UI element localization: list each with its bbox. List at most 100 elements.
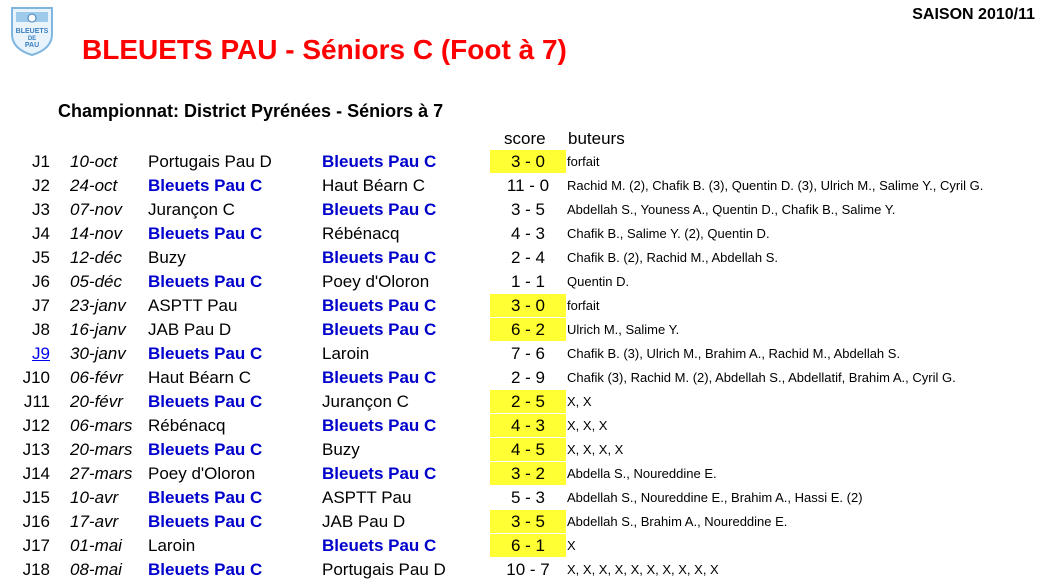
page-title: BLEUETS PAU - Séniors C (Foot à 7) <box>82 34 567 65</box>
season-label: SAISON 2010/11 <box>912 6 1035 23</box>
match-date: 01-mai <box>70 536 122 555</box>
away-team: Bleuets Pau C <box>322 536 437 555</box>
match-score: 4 - 3 <box>510 224 546 243</box>
home-team: Haut Béarn C <box>148 368 251 387</box>
round-label: J13 <box>22 440 50 459</box>
match-row: J1 10-oct Portugais Pau D Bleuets Pau C 3 - … <box>0 150 1047 174</box>
away-team: Haut Béarn C <box>322 176 425 195</box>
home-team: JAB Pau D <box>148 320 232 339</box>
match-date: 20-févr <box>70 392 123 411</box>
match-row: J17 01-mai Laroin Bleuets Pau C 6 - 1X <box>0 534 1047 558</box>
match-score: 3 - 5 <box>510 200 546 219</box>
round-label: J17 <box>22 536 50 555</box>
match-date: 08-mai <box>70 560 122 579</box>
match-row: J5 12-déc Buzy Bleuets Pau C 2 - 4 Chafik B. … <box>0 246 1047 270</box>
away-team: Portugais Pau D <box>322 560 446 579</box>
match-date: 17-avr <box>70 512 119 531</box>
match-row: J7 23-janv ASPTT Pau Bleuets Pau C 3 - 0 forf… <box>0 294 1047 318</box>
match-date: 06-mars <box>70 416 133 435</box>
round-label: J10 <box>22 368 50 387</box>
away-team: Bleuets Pau C <box>322 296 437 315</box>
round-label: J1 <box>32 152 50 171</box>
away-team: Bleuets Pau C <box>322 320 437 339</box>
match-score: 6 - 2 <box>490 318 566 341</box>
away-team: JAB Pau D <box>322 512 406 531</box>
away-team: Jurançon C <box>322 392 409 411</box>
match-scorers: Abdellah S., Youness A., Quentin D., Cha… <box>567 202 896 217</box>
match-date: 12-déc <box>70 248 122 267</box>
home-team: Bleuets Pau C <box>148 344 263 363</box>
match-date: 14-nov <box>70 224 122 243</box>
away-team: Bleuets Pau C <box>322 200 437 219</box>
match-score: 1 - 1 <box>510 272 546 291</box>
round-label: J12 <box>22 416 50 435</box>
match-row: J18 08-mai Bleuets Pau C Portugais Pau D 10 … <box>0 558 1047 582</box>
match-date: 16-janv <box>70 320 126 339</box>
round-label: J14 <box>22 464 50 483</box>
home-team: ASPTT Pau <box>148 296 238 315</box>
round-link[interactable]: J9 <box>0 342 50 366</box>
club-logo: BLEUETS DE PAU <box>8 4 56 57</box>
match-row: J13 20-mars Bleuets Pau C Buzy 4 - 5 X, X, X,… <box>0 438 1047 462</box>
round-label: J15 <box>22 488 50 507</box>
home-team: Jurançon C <box>148 200 235 219</box>
round-label: J7 <box>32 296 50 315</box>
svg-text:PAU: PAU <box>25 42 39 49</box>
round-label: J8 <box>32 320 50 339</box>
match-date: 27-mars <box>70 464 133 483</box>
home-team: Portugais Pau D <box>148 152 272 171</box>
match-date: 30-janv <box>70 344 126 363</box>
match-score: 7 - 6 <box>510 344 546 363</box>
away-team: Buzy <box>322 440 360 459</box>
away-team: Rébénacq <box>322 224 400 243</box>
match-score: 2 - 5 <box>490 390 566 413</box>
match-scorers: forfait <box>567 154 600 169</box>
match-row: J12 06-mars Rébénacq Bleuets Pau C 4 - 3 X, X… <box>0 414 1047 438</box>
match-score: 5 - 3 <box>510 488 546 507</box>
away-team: Bleuets Pau C <box>322 416 437 435</box>
home-team: Laroin <box>148 536 196 555</box>
match-score: 4 - 5 <box>490 438 566 461</box>
away-team: Bleuets Pau C <box>322 368 437 387</box>
match-scorers: Chafik B. (3), Ulrich M., Brahim A., Rac… <box>567 346 901 361</box>
svg-text:BLEUETS: BLEUETS <box>16 28 49 35</box>
home-team: Rébénacq <box>148 416 226 435</box>
home-team: Poey d'Oloron <box>148 464 256 483</box>
home-team: Bleuets Pau C <box>148 560 263 579</box>
round-label: J18 <box>22 560 50 579</box>
match-score: 4 - 3 <box>490 414 566 437</box>
match-score: 2 - 4 <box>510 248 546 267</box>
match-scorers: Rachid M. (2), Chafik B. (3), Quentin D.… <box>567 178 984 193</box>
match-score: 11 - 0 <box>506 176 550 195</box>
match-scorers: Abdellah S., Noureddine E., Brahim A., H… <box>567 490 863 505</box>
championship-title: Championnat: District Pyrénées - Séniors… <box>58 101 444 121</box>
away-team: Bleuets Pau C <box>322 464 437 483</box>
home-team: Bleuets Pau C <box>148 176 263 195</box>
scorers-column-header: buteurs <box>568 129 625 148</box>
match-date: 10-oct <box>70 152 118 171</box>
home-team: Bleuets Pau C <box>148 392 263 411</box>
match-score: 3 - 0 <box>490 150 566 173</box>
match-score: 3 - 0 <box>490 294 566 317</box>
match-scorers: X <box>567 538 576 553</box>
match-score: 3 - 5 <box>490 510 566 533</box>
match-scorers: X, X, X <box>567 418 608 433</box>
match-row: J4 14-nov Bleuets Pau C Rébénacq 4 - 3 Chafik… <box>0 222 1047 246</box>
match-date: 07-nov <box>70 200 122 219</box>
home-team: Bleuets Pau C <box>148 224 263 243</box>
match-scorers: Abdellah S., Brahim A., Noureddine E. <box>567 514 788 529</box>
match-scorers: Abdella S., Noureddine E. <box>567 466 717 481</box>
away-team: Laroin <box>322 344 370 363</box>
round-label: J11 <box>23 392 50 411</box>
match-score: 3 - 2 <box>490 462 566 485</box>
score-column-header: score <box>504 129 546 148</box>
round-label: J16 <box>22 512 50 531</box>
match-date: 23-janv <box>70 296 126 315</box>
home-team: Bleuets Pau C <box>148 440 263 459</box>
home-team: Bleuets Pau C <box>148 512 263 531</box>
round-label: J2 <box>32 176 50 195</box>
match-row: J15 10-avr Bleuets Pau C ASPTT Pau 5 - 3 Abde… <box>0 486 1047 510</box>
match-row: J9 30-janv Bleuets Pau C Laroin 7 - 6 Chafik … <box>0 342 1047 366</box>
home-team: Bleuets Pau C <box>148 488 263 507</box>
away-team: ASPTT Pau <box>322 488 412 507</box>
